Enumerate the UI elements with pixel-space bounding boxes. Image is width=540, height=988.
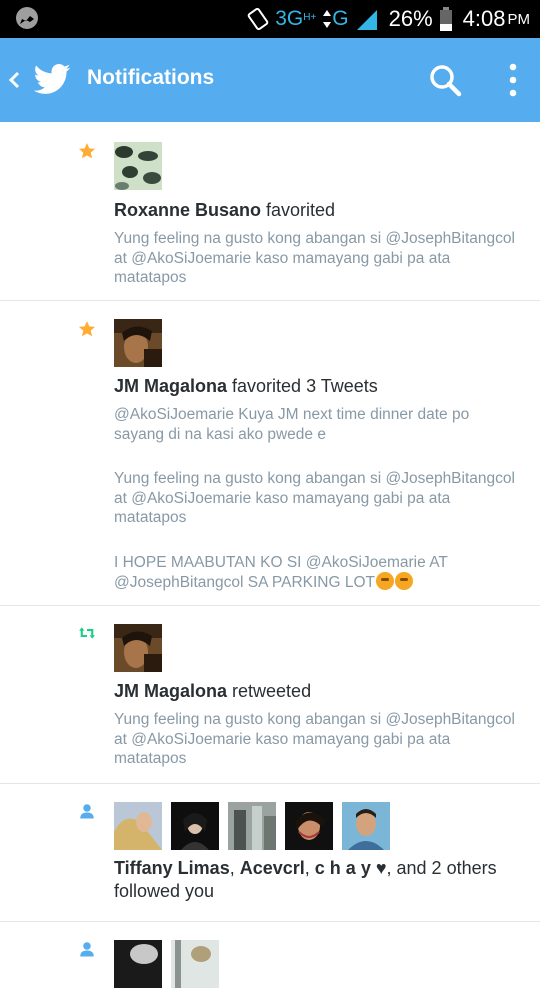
star-icon <box>78 143 96 159</box>
user-name[interactable]: JM Magalona <box>114 376 227 396</box>
emoji-icon <box>394 572 413 590</box>
avatar[interactable] <box>342 802 390 850</box>
notification-headline: Tiffany Limas, Acevcrl, c h a y ♥, and 2… <box>114 858 497 901</box>
avatar[interactable] <box>114 319 162 367</box>
notification-headline: JM Magalona retweeted <box>114 681 312 701</box>
network-type-2: G <box>332 7 349 30</box>
back-chevron-icon[interactable] <box>6 68 22 92</box>
twitter-logo-icon[interactable] <box>32 60 72 100</box>
retweet-icon <box>79 627 95 639</box>
tweet-text[interactable]: I HOPE MAABUTAN KO SI @AkoSiJoemarie AT … <box>114 553 522 593</box>
tweet-text[interactable]: Yung feeling na gusto kong abangan si @J… <box>114 229 522 288</box>
notification-headline: Roxanne Busano favorited <box>114 200 336 220</box>
notification-headline: JM Magalona favorited 3 Tweets <box>114 376 378 396</box>
tweet-text[interactable]: @AkoSiJoemarie Kuya JM next time dinner … <box>114 405 522 444</box>
notification-item[interactable] <box>0 922 540 988</box>
status-bar: 3G H+ G 26% 4:08 PM <box>0 0 540 38</box>
avatar[interactable] <box>171 940 219 988</box>
notification-item[interactable]: JM Magalona retweeted Yung feeling na gu… <box>0 606 540 784</box>
person-icon <box>80 804 94 819</box>
clock: 4:08 PM <box>462 6 530 31</box>
notification-item[interactable]: Roxanne Busano favorited Yung feeling na… <box>0 122 540 301</box>
avatar[interactable] <box>114 624 162 672</box>
tweet-text[interactable]: Yung feeling na gusto kong abangan si @J… <box>114 710 522 769</box>
user-name[interactable]: Tiffany Limas <box>114 858 230 878</box>
avatar[interactable] <box>171 802 219 850</box>
network-type: 3G H+ <box>275 7 317 30</box>
signal-icon <box>356 10 377 30</box>
notification-item[interactable]: Tiffany Limas, Acevcrl, c h a y ♥, and 2… <box>0 784 540 922</box>
person-icon <box>80 942 94 957</box>
notification-item[interactable]: JM Magalona favorited 3 Tweets @AkoSiJoe… <box>0 301 540 606</box>
search-icon[interactable] <box>426 60 466 100</box>
avatar[interactable] <box>285 802 333 850</box>
data-arrows-icon <box>323 10 332 28</box>
avatar[interactable] <box>114 802 162 850</box>
battery-percent: 26% <box>388 6 433 31</box>
star-icon <box>78 321 96 337</box>
user-name[interactable]: c h a y ♥ <box>315 858 387 878</box>
avatar[interactable] <box>114 940 162 988</box>
notification-list: Roxanne Busano favorited Yung feeling na… <box>0 122 540 988</box>
user-name[interactable]: JM Magalona <box>114 681 227 701</box>
page-title: Notifications <box>87 66 215 89</box>
rotation-lock-icon <box>247 7 269 31</box>
user-name[interactable]: Roxanne Busano <box>114 200 261 220</box>
tweet-text[interactable]: Yung feeling na gusto kong abangan si @J… <box>114 469 522 528</box>
avatar[interactable] <box>228 802 276 850</box>
overflow-menu-icon[interactable] <box>500 60 526 100</box>
user-name[interactable]: Acevcrl <box>240 858 305 878</box>
battery-icon <box>439 7 452 31</box>
avatar[interactable] <box>114 142 162 190</box>
emoji-icon <box>375 572 394 590</box>
app-bar: Notifications <box>0 38 540 122</box>
messenger-icon <box>16 7 38 29</box>
